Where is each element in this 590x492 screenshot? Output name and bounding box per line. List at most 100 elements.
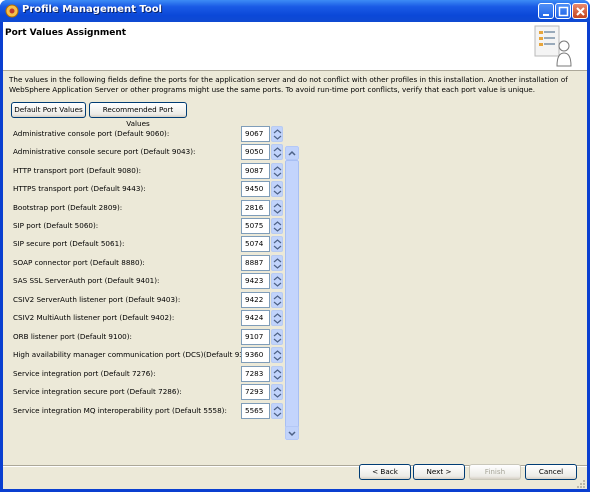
port-input[interactable]: 9450 [241, 181, 270, 197]
port-spinner[interactable]: 9424 [241, 310, 285, 326]
port-spinner[interactable]: 9067 [241, 126, 285, 142]
port-spinner[interactable]: 9087 [241, 163, 285, 179]
port-spinner[interactable]: 5075 [241, 218, 285, 234]
port-input[interactable]: 2816 [241, 200, 270, 216]
port-row: ORB listener port (Default 9100): 9107 [8, 329, 298, 345]
port-label: CSIV2 ServerAuth listener port (Default … [13, 295, 181, 304]
port-spinner[interactable]: 9423 [241, 273, 285, 289]
port-label: Service integration secure port (Default… [13, 387, 182, 396]
finish-button[interactable]: Finish [469, 464, 521, 480]
spinner-button[interactable] [271, 181, 283, 197]
scroll-thumb[interactable] [285, 160, 299, 428]
port-spinner[interactable]: 7293 [241, 384, 285, 400]
spinner-button[interactable] [271, 292, 283, 308]
spinner-arrows-icon [273, 129, 282, 140]
port-spinner[interactable]: 7283 [241, 366, 285, 382]
spinner-arrows-icon [273, 295, 282, 306]
spinner-button[interactable] [271, 273, 283, 289]
resize-grip-icon[interactable] [577, 480, 586, 489]
spinner-button[interactable] [271, 310, 283, 326]
close-button[interactable] [572, 3, 588, 19]
port-spinner[interactable]: 9050 [241, 144, 285, 160]
port-row: CSIV2 ServerAuth listener port (Default … [8, 292, 298, 308]
port-input[interactable]: 9050 [241, 144, 270, 160]
port-input[interactable]: 9423 [241, 273, 270, 289]
port-label: HTTP transport port (Default 9080): [13, 166, 142, 175]
port-spinner[interactable]: 2816 [241, 200, 285, 216]
port-row: Service integration secure port (Default… [8, 384, 298, 400]
port-input[interactable]: 5074 [241, 236, 270, 252]
port-label: High availability manager communication … [13, 350, 259, 359]
port-row: SIP secure port (Default 5061): 5074 [8, 236, 298, 252]
recommended-port-values-button[interactable]: Recommended Port Values [89, 102, 187, 128]
spinner-button[interactable] [271, 329, 283, 345]
port-input[interactable]: 8887 [241, 255, 270, 271]
spinner-button[interactable] [271, 347, 283, 363]
port-row: SIP port (Default 5060): 5075 [8, 218, 298, 234]
port-input[interactable]: 7283 [241, 366, 270, 382]
spinner-button[interactable] [271, 384, 283, 400]
port-input[interactable]: 9360 [241, 347, 270, 363]
port-label: SAS SSL ServerAuth port (Default 9401): [13, 276, 160, 285]
port-row: Bootstrap port (Default 2809): 2816 [8, 200, 298, 216]
spinner-button[interactable] [271, 200, 283, 216]
spinner-button[interactable] [271, 163, 283, 179]
spinner-button[interactable] [271, 403, 283, 419]
port-label: Administrative console port (Default 906… [13, 129, 170, 138]
port-row: SAS SSL ServerAuth port (Default 9401): … [8, 273, 298, 289]
spinner-arrows-icon [273, 258, 282, 269]
spinner-button[interactable] [271, 255, 283, 271]
port-row: Administrative console port (Default 906… [8, 126, 298, 142]
spinner-arrows-icon [273, 166, 282, 177]
port-label: ORB listener port (Default 9100): [13, 332, 132, 341]
spinner-button[interactable] [271, 126, 283, 142]
chevron-down-icon [288, 431, 296, 437]
document-person-icon [534, 25, 572, 67]
port-spinner[interactable]: 9422 [241, 292, 285, 308]
port-label: HTTPS transport port (Default 9443): [13, 184, 146, 193]
window-title: Profile Management Tool [22, 4, 162, 15]
port-spinner[interactable]: 9450 [241, 181, 285, 197]
port-list: Administrative console port (Default 906… [8, 122, 301, 440]
spinner-arrows-icon [273, 221, 282, 232]
vertical-scrollbar[interactable] [285, 146, 299, 440]
port-input[interactable]: 9422 [241, 292, 270, 308]
port-spinner[interactable]: 5565 [241, 403, 285, 419]
port-input[interactable]: 9067 [241, 126, 270, 142]
port-input[interactable]: 9424 [241, 310, 270, 326]
port-label: Bootstrap port (Default 2809): [13, 203, 123, 212]
port-input[interactable]: 5565 [241, 403, 270, 419]
port-spinner[interactable]: 8887 [241, 255, 285, 271]
port-spinner[interactable]: 5074 [241, 236, 285, 252]
port-label: Service integration port (Default 7276): [13, 369, 156, 378]
port-spinner[interactable]: 9360 [241, 347, 285, 363]
port-row: Service integration port (Default 7276):… [8, 366, 298, 382]
spinner-button[interactable] [271, 366, 283, 382]
maximize-button[interactable] [555, 3, 571, 19]
spinner-arrows-icon [273, 239, 282, 250]
spinner-button[interactable] [271, 144, 283, 160]
port-input[interactable]: 7293 [241, 384, 270, 400]
scroll-down-button[interactable] [285, 426, 299, 440]
spinner-button[interactable] [271, 218, 283, 234]
spinner-arrows-icon [273, 276, 282, 287]
port-row: CSIV2 MultiAuth listener port (Default 9… [8, 310, 298, 326]
minimize-button[interactable] [538, 3, 554, 19]
cancel-button[interactable]: Cancel [525, 464, 577, 480]
port-spinner[interactable]: 9107 [241, 329, 285, 345]
spinner-arrows-icon [273, 203, 282, 214]
port-label: Administrative console secure port (Defa… [13, 147, 196, 156]
spinner-arrows-icon [273, 184, 282, 195]
back-button[interactable]: < Back [359, 464, 411, 480]
spinner-button[interactable] [271, 236, 283, 252]
title-bar[interactable]: Profile Management Tool [0, 0, 590, 22]
port-row: HTTP transport port (Default 9080): 9087 [8, 163, 298, 179]
port-label: SIP port (Default 5060): [13, 221, 99, 230]
port-row: SOAP connector port (Default 8880): 8887 [8, 255, 298, 271]
port-input[interactable]: 9087 [241, 163, 270, 179]
default-port-values-button[interactable]: Default Port Values [11, 102, 86, 118]
scroll-up-button[interactable] [285, 146, 299, 160]
next-button[interactable]: Next > [413, 464, 465, 480]
port-input[interactable]: 5075 [241, 218, 270, 234]
port-input[interactable]: 9107 [241, 329, 270, 345]
